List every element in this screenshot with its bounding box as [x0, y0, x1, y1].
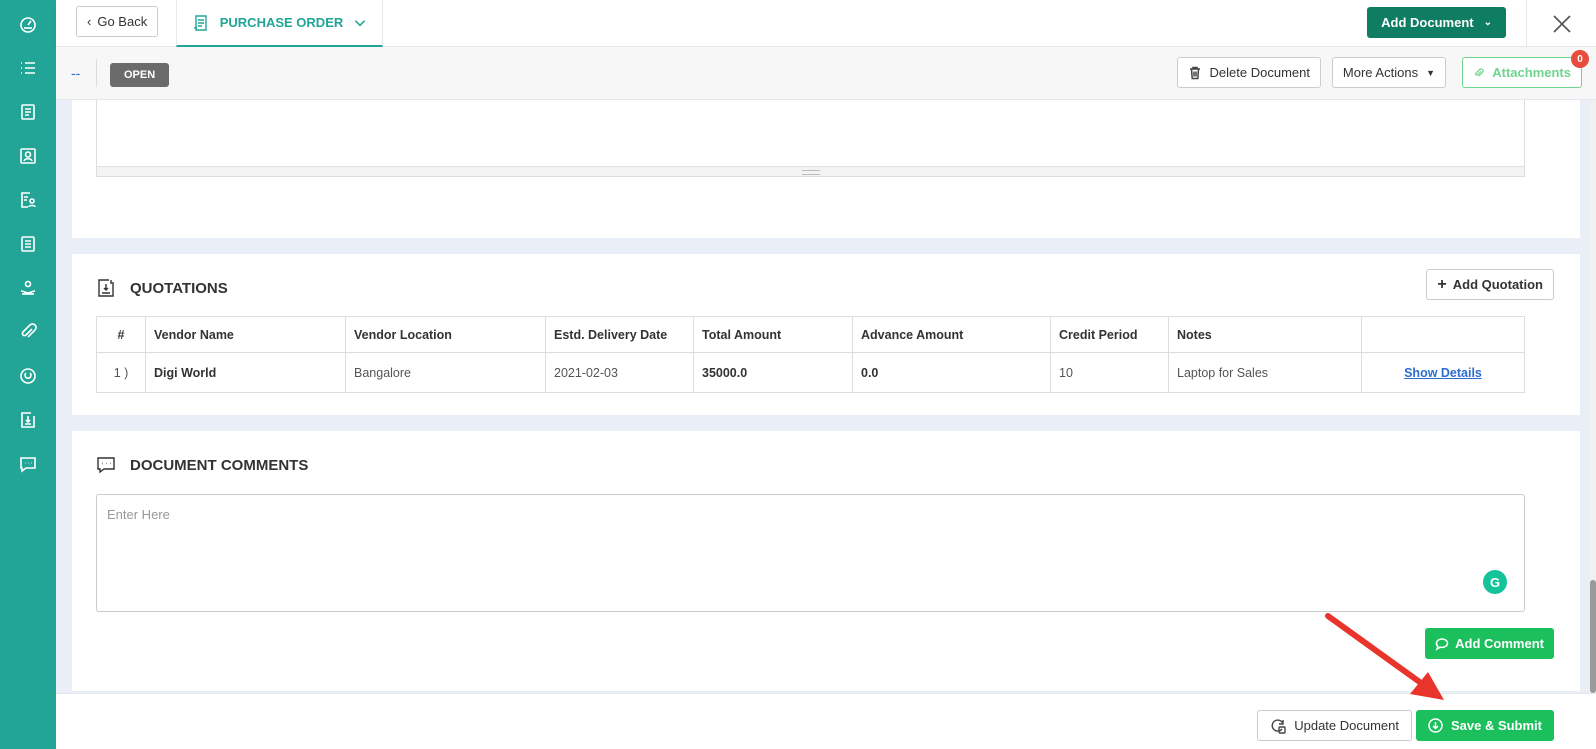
form-icon[interactable] [16, 232, 40, 256]
quotations-table: # Vendor Name Vendor Location Estd. Deli… [96, 316, 1525, 393]
chat-icon[interactable] [16, 452, 40, 476]
add-quotation-label: Add Quotation [1452, 277, 1543, 292]
quotations-header: QUOTATIONS [96, 278, 228, 298]
trash-icon [1189, 66, 1200, 79]
chevron-down-icon: ⌄ [1483, 17, 1492, 28]
column-header: Notes [1168, 316, 1362, 353]
document-list-icon[interactable] [16, 100, 40, 124]
add-comment-label: Add Comment [1455, 636, 1544, 651]
hand-user-icon[interactable] [16, 276, 40, 300]
contact-card-icon[interactable] [16, 144, 40, 168]
notes: Laptop for Sales [1168, 352, 1362, 393]
status-badge: OPEN [110, 63, 170, 87]
tab-label: PURCHASE ORDER [219, 15, 344, 30]
scrollbar[interactable] [1590, 100, 1596, 693]
close-button[interactable] [1526, 0, 1596, 47]
speech-bubble-icon [1435, 637, 1449, 651]
more-actions-button[interactable]: More Actions ▼ [1331, 57, 1446, 88]
user-document-icon[interactable] [16, 188, 40, 212]
column-header: # [96, 316, 146, 353]
update-document-label: Update Document [1294, 718, 1399, 733]
attachments-count-badge: 0 [1571, 50, 1589, 68]
divider [96, 59, 97, 87]
list-icon[interactable] [16, 56, 40, 80]
comment-input[interactable] [96, 494, 1525, 612]
attachments-label: Attachments [1492, 65, 1571, 80]
delete-document-label: Delete Document [1209, 65, 1310, 80]
row-actions: Show Details [1361, 352, 1525, 393]
resize-handle[interactable] [97, 166, 1524, 176]
column-header: Estd. Delivery Date [545, 316, 694, 353]
document-id: -- [71, 65, 81, 81]
quotation-icon[interactable] [16, 408, 40, 432]
grammarly-icon[interactable]: G [1483, 570, 1507, 594]
table-row: 1 ) Digi World Bangalore 2021-02-03 3500… [96, 352, 1525, 393]
advance-amount: 0.0 [852, 352, 1051, 393]
show-details-link[interactable]: Show Details [1404, 366, 1482, 380]
more-actions-label: More Actions [1342, 65, 1419, 80]
quotations-panel: QUOTATIONS + Add Quotation # Vendor Name… [72, 254, 1580, 415]
add-comment-button[interactable]: Add Comment [1425, 628, 1554, 659]
chevron-left-icon: ‹ [87, 14, 92, 29]
vendor-name: Digi World [145, 352, 346, 393]
bottom-action-bar: Update Document Save & Submit [56, 693, 1596, 749]
go-back-button[interactable]: ‹ Go Back [76, 6, 159, 37]
chevron-down-icon [355, 19, 366, 26]
add-document-button[interactable]: Add Document ⌄ [1367, 7, 1506, 38]
add-document-label: Add Document [1381, 15, 1474, 30]
vendor-location: Bangalore [345, 352, 546, 393]
scrollbar-thumb[interactable] [1590, 580, 1596, 693]
document-comments-panel: DOCUMENT COMMENTS G Add Comment [72, 431, 1580, 691]
download-circle-icon [1428, 718, 1443, 733]
delivery-date: 2021-02-03 [545, 352, 694, 393]
go-back-label: Go Back [97, 14, 148, 29]
column-header: Advance Amount [852, 316, 1051, 353]
comments-header: DOCUMENT COMMENTS [96, 455, 308, 475]
top-bar: ‹ Go Back PURCHASE ORDER Add Document ⌄ [56, 0, 1596, 47]
plus-icon: + [1437, 275, 1447, 293]
dashboard-icon[interactable] [16, 12, 40, 36]
paperclip-icon[interactable] [16, 320, 40, 344]
circle-refresh-icon[interactable] [16, 364, 40, 388]
paperclip-icon [1475, 67, 1484, 77]
column-header: Credit Period [1050, 316, 1169, 353]
save-submit-label: Save & Submit [1450, 718, 1542, 733]
column-header: Vendor Location [345, 316, 546, 353]
purchase-order-icon [193, 14, 207, 31]
document-action-bar: -- OPEN Delete Document More Actions ▼ A… [56, 47, 1596, 100]
sidebar [0, 0, 56, 749]
row-index: 1 ) [96, 352, 146, 393]
table-header-row: # Vendor Name Vendor Location Estd. Deli… [96, 316, 1525, 353]
quotation-icon [98, 279, 114, 297]
section-title: QUOTATIONS [130, 279, 228, 297]
update-document-icon [1271, 718, 1286, 734]
section-title: DOCUMENT COMMENTS [130, 456, 309, 474]
total-amount: 35000.0 [693, 352, 853, 393]
column-header: Total Amount [693, 316, 853, 353]
rich-text-editor[interactable] [96, 100, 1525, 177]
column-header: Vendor Name [145, 316, 346, 353]
close-icon [1552, 14, 1571, 33]
tab-purchase-order[interactable]: PURCHASE ORDER [176, 0, 383, 47]
attachments-button[interactable]: Attachments 0 [1462, 50, 1589, 88]
save-submit-button[interactable]: Save & Submit [1415, 710, 1554, 741]
description-panel [72, 100, 1580, 238]
comment-icon [97, 457, 115, 474]
caret-down-icon: ▼ [1426, 67, 1435, 78]
credit-period: 10 [1050, 352, 1169, 393]
update-document-button[interactable]: Update Document [1257, 710, 1412, 741]
add-quotation-button[interactable]: + Add Quotation [1426, 269, 1554, 300]
column-header [1361, 316, 1525, 353]
delete-document-button[interactable]: Delete Document [1176, 57, 1321, 88]
